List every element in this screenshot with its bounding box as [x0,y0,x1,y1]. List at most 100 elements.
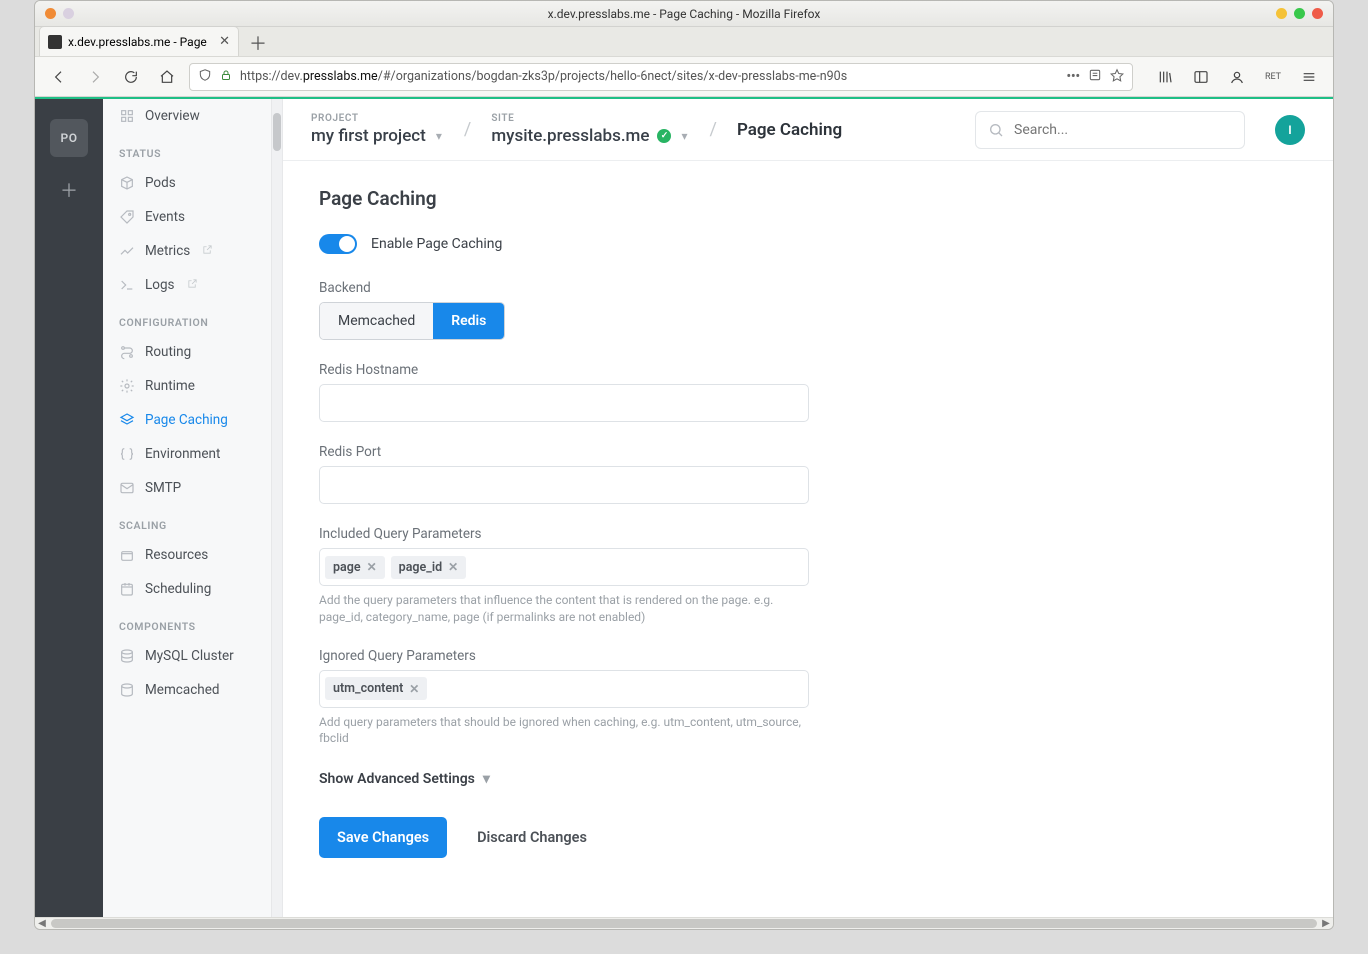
sidebar-icon[interactable] [1187,63,1215,91]
tag-icon [119,209,135,225]
crumb-value: my first project [311,126,426,146]
included-params-input[interactable]: page ✕ page_id ✕ [319,548,809,586]
sidebar-group-title: STATUS [103,133,282,166]
sidebar-item-label: Logs [145,277,175,293]
sidebar-item-memcached[interactable]: Memcached [103,673,282,707]
url-bar[interactable]: https://dev.presslabs.me/#/organizations… [189,63,1133,91]
sidebar-item-label: MySQL Cluster [145,648,234,664]
sidebar-item-label: Page Caching [145,412,228,428]
sidebar-item-mysql[interactable]: MySQL Cluster [103,639,282,673]
window-maximize-icon[interactable] [1294,8,1305,19]
menu-icon[interactable] [1295,63,1323,91]
ellipsis-icon[interactable]: ••• [1067,69,1080,84]
window-minimize-icon[interactable] [1276,8,1287,19]
favicon-icon [48,35,62,49]
sidebar-group-title: SCALING [103,505,282,538]
enable-caching-toggle[interactable] [319,234,357,254]
sidebar-item-routing[interactable]: Routing [103,335,282,369]
advanced-settings-label: Show Advanced Settings [319,771,475,787]
save-button[interactable]: Save Changes [319,817,447,858]
chevron-down-icon: ▾ [483,771,490,787]
sidebar-item-label: Metrics [145,243,190,259]
reader-mode-icon[interactable] [1088,68,1102,86]
add-org-button[interactable]: ＋ [60,177,78,203]
sidebar-item-pods[interactable]: Pods [103,166,282,200]
nav-forward-button[interactable] [81,63,109,91]
external-link-icon [187,277,198,293]
field-label: Redis Hostname [319,362,809,378]
tag-label: page [333,560,361,575]
new-tab-button[interactable]: ＋ [243,30,273,56]
advanced-settings-toggle[interactable]: Show Advanced Settings ▾ [319,771,1297,787]
field-help: Add query parameters that should be igno… [319,714,809,748]
breadcrumb-project[interactable]: PROJECT my first project ▾ [311,113,444,146]
sidebar-item-logs[interactable]: Logs [103,268,282,302]
sidebar-item-smtp[interactable]: SMTP [103,471,282,505]
account-icon[interactable] [1223,63,1251,91]
scroll-right-icon[interactable]: ▶ [1319,918,1333,929]
grid-icon [119,108,135,124]
shield-icon[interactable] [198,68,212,86]
extension-icon[interactable]: RET [1259,63,1287,91]
remove-tag-icon[interactable]: ✕ [367,560,377,574]
tag: page ✕ [325,556,385,579]
nav-home-button[interactable] [153,63,181,91]
search-input[interactable] [1012,121,1232,139]
sidebar-item-overview[interactable]: Overview [103,99,282,133]
scroll-left-icon[interactable]: ◀ [35,918,49,929]
library-icon[interactable] [1151,63,1179,91]
org-rail: PO ＋ [35,99,103,917]
search-box[interactable] [975,111,1245,149]
chevron-down-icon[interactable]: ▾ [434,129,444,143]
terminal-icon [119,277,135,293]
sidebar-item-label: Memcached [145,682,219,698]
tab-close-icon[interactable]: ✕ [219,34,230,49]
sidebar-scrollbar[interactable] [271,99,282,917]
chevron-down-icon[interactable]: ▾ [679,129,689,143]
sidebar-item-scheduling[interactable]: Scheduling [103,572,282,606]
search-icon [988,122,1004,138]
redis-port-input[interactable] [319,466,809,504]
field-label: Redis Port [319,444,809,460]
breadcrumb-leaf: Page Caching [737,120,842,140]
browser-tab[interactable]: x.dev.presslabs.me - Page ✕ [39,26,239,56]
bookmark-star-icon[interactable] [1110,68,1124,86]
avatar[interactable]: I [1275,115,1305,145]
external-link-icon [202,243,213,259]
discard-button[interactable]: Discard Changes [471,828,593,847]
app: PO ＋ Overview STATUS Pods Events Metrics [35,97,1333,917]
backend-option-memcached[interactable]: Memcached [320,303,433,339]
sidebar-item-label: Scheduling [145,581,211,597]
braces-icon [119,446,135,462]
tag: page_id ✕ [391,556,467,579]
field-label: Included Query Parameters [319,526,809,542]
status-ok-icon [657,129,671,143]
os-window: x.dev.presslabs.me - Page Caching - Mozi… [34,0,1334,930]
window-close-icon[interactable] [1312,8,1323,19]
sidebar-item-metrics[interactable]: Metrics [103,234,282,268]
window-hscrollbar[interactable]: ◀ ▶ [35,917,1333,929]
crumb-value: mysite.presslabs.me [491,126,649,146]
gear-icon [119,378,135,394]
org-badge[interactable]: PO [50,119,88,157]
sidebar-item-runtime[interactable]: Runtime [103,369,282,403]
cube-icon [119,175,135,191]
sidebar-item-page-caching[interactable]: Page Caching [103,403,282,437]
breadcrumb-site[interactable]: SITE mysite.presslabs.me ▾ [491,113,689,146]
remove-tag-icon[interactable]: ✕ [409,682,419,696]
crumb-label: PROJECT [311,113,444,124]
sidebar-item-events[interactable]: Events [103,200,282,234]
remove-tag-icon[interactable]: ✕ [448,560,458,574]
sidebar-item-label: Pods [145,175,176,191]
nav-reload-button[interactable] [117,63,145,91]
ignored-params-input[interactable]: utm_content ✕ [319,670,809,708]
sidebar-item-resources[interactable]: Resources [103,538,282,572]
sidebar-item-environment[interactable]: Environment [103,437,282,471]
box-icon [119,547,135,563]
nav-back-button[interactable] [45,63,73,91]
redis-hostname-input[interactable] [319,384,809,422]
lock-icon[interactable] [220,69,232,85]
crumb-separator: / [700,119,727,140]
backend-option-redis[interactable]: Redis [433,303,504,339]
sidebar-item-label: Routing [145,344,191,360]
